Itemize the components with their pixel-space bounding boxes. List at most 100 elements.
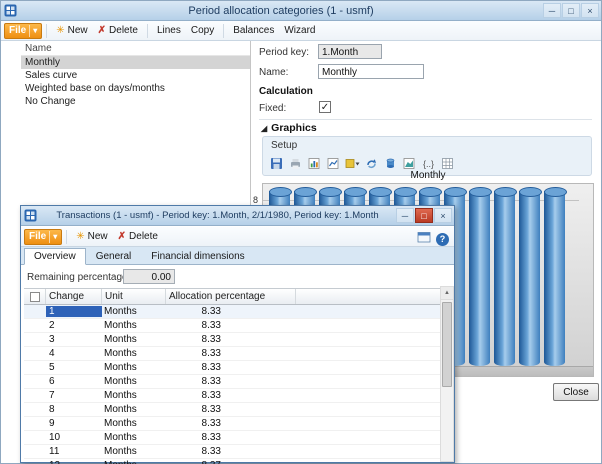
nav-item-monthly[interactable]: Monthly bbox=[21, 56, 250, 69]
scrollbar-thumb[interactable] bbox=[442, 302, 452, 387]
close-window-button[interactable]: × bbox=[434, 208, 452, 223]
row-unit-cell[interactable]: Months bbox=[102, 446, 166, 457]
window-layout-icon[interactable] bbox=[417, 230, 431, 248]
table-row[interactable]: 4Months8.33 bbox=[24, 347, 440, 361]
close-window-button[interactable]: × bbox=[581, 3, 599, 18]
table-row[interactable]: 5Months8.33 bbox=[24, 361, 440, 375]
nav-item-no-change[interactable]: No Change bbox=[21, 95, 250, 108]
table-row[interactable]: 3Months8.33 bbox=[24, 333, 440, 347]
row-unit-cell[interactable]: Months bbox=[102, 334, 166, 345]
delete-button[interactable]: ✗ Delete bbox=[113, 228, 163, 245]
row-allocation-cell[interactable]: 8.33 bbox=[166, 348, 296, 359]
table-row[interactable]: 11Months8.33 bbox=[24, 445, 440, 459]
row-change-cell[interactable]: 12 bbox=[46, 460, 102, 464]
row-unit-cell[interactable]: Months bbox=[102, 404, 166, 415]
scroll-up-arrow[interactable]: ▲ bbox=[441, 287, 453, 300]
file-menu-button[interactable]: File ▾ bbox=[4, 23, 42, 39]
delete-x-icon: ✗ bbox=[118, 231, 126, 242]
transactions-window: Transactions (1 - usmf) - Period key: 1.… bbox=[20, 205, 455, 463]
table-row[interactable]: 7Months8.33 bbox=[24, 389, 440, 403]
column-header-change[interactable]: Change bbox=[46, 289, 102, 304]
column-header-unit[interactable]: Unit bbox=[102, 289, 166, 304]
toolbar-right-icons: ? bbox=[417, 230, 449, 248]
row-change-cell[interactable]: 6 bbox=[46, 376, 102, 387]
graphics-section-header[interactable]: ◢ Graphics bbox=[261, 122, 317, 134]
toolbar-separator bbox=[46, 24, 47, 38]
table-row[interactable]: 6Months8.33 bbox=[24, 375, 440, 389]
table-row[interactable]: 8Months8.33 bbox=[24, 403, 440, 417]
row-allocation-cell[interactable]: 8.33 bbox=[166, 334, 296, 345]
period-key-field[interactable]: 1.Month bbox=[318, 44, 382, 59]
row-change-cell[interactable]: 7 bbox=[46, 390, 102, 401]
row-change-cell[interactable]: 3 bbox=[46, 334, 102, 345]
row-change-cell[interactable]: 10 bbox=[46, 432, 102, 443]
nav-item-weighted-base-on-days-months[interactable]: Weighted base on days/months bbox=[21, 82, 250, 95]
row-unit-cell[interactable]: Months bbox=[102, 460, 166, 464]
row-unit-cell[interactable]: Months bbox=[102, 306, 166, 317]
table-row[interactable]: 9Months8.33 bbox=[24, 417, 440, 431]
app-icon bbox=[4, 4, 17, 17]
table-row[interactable]: 1Months8.33 bbox=[24, 305, 440, 319]
table-row[interactable]: 12Months8.37 bbox=[24, 459, 440, 464]
minimize-button[interactable]: ─ bbox=[396, 208, 414, 223]
row-allocation-cell[interactable]: 8.33 bbox=[166, 362, 296, 373]
window-controls: ─ □ × bbox=[543, 3, 599, 18]
minimize-button[interactable]: ─ bbox=[543, 3, 561, 18]
setup-heading: Setup bbox=[271, 140, 297, 151]
graphics-heading: Graphics bbox=[271, 122, 317, 134]
balances-button[interactable]: Balances bbox=[228, 22, 279, 39]
row-change-cell[interactable]: 5 bbox=[46, 362, 102, 373]
select-all-checkbox[interactable] bbox=[30, 292, 40, 302]
close-button[interactable]: Close bbox=[553, 383, 599, 401]
row-change-cell[interactable]: 1 bbox=[46, 306, 102, 317]
select-all-header-cell[interactable] bbox=[24, 289, 46, 304]
row-allocation-cell[interactable]: 8.37 bbox=[166, 460, 296, 464]
lines-button-label: Lines bbox=[157, 25, 181, 36]
list-header-name[interactable]: Name bbox=[21, 41, 250, 56]
row-allocation-cell[interactable]: 8.33 bbox=[166, 376, 296, 387]
nav-item-sales-curve[interactable]: Sales curve bbox=[21, 69, 250, 82]
row-change-cell[interactable]: 2 bbox=[46, 320, 102, 331]
row-unit-cell[interactable]: Months bbox=[102, 320, 166, 331]
table-row[interactable]: 10Months8.33 bbox=[24, 431, 440, 445]
row-unit-cell[interactable]: Months bbox=[102, 418, 166, 429]
maximize-button[interactable]: □ bbox=[562, 3, 580, 18]
row-allocation-cell[interactable]: 8.33 bbox=[166, 404, 296, 415]
row-change-cell[interactable]: 11 bbox=[46, 446, 102, 457]
vertical-scrollbar[interactable]: ▲ bbox=[440, 286, 454, 462]
chart-title: Monthly bbox=[262, 169, 594, 183]
copy-button[interactable]: Copy bbox=[186, 22, 219, 39]
name-field[interactable]: Monthly bbox=[318, 64, 424, 79]
row-unit-cell[interactable]: Months bbox=[102, 432, 166, 443]
row-change-cell[interactable]: 4 bbox=[46, 348, 102, 359]
delete-button[interactable]: ✗ Delete bbox=[93, 22, 143, 39]
wizard-button[interactable]: Wizard bbox=[279, 22, 320, 39]
tab-general[interactable]: General bbox=[86, 248, 142, 265]
lines-button[interactable]: Lines bbox=[152, 22, 186, 39]
grid-body: 1Months8.332Months8.333Months8.334Months… bbox=[24, 305, 440, 464]
row-unit-cell[interactable]: Months bbox=[102, 362, 166, 373]
row-unit-cell[interactable]: Months bbox=[102, 390, 166, 401]
row-allocation-cell[interactable]: 8.33 bbox=[166, 432, 296, 443]
file-menu-button[interactable]: File ▾ bbox=[24, 229, 62, 245]
row-allocation-cell[interactable]: 8.33 bbox=[166, 320, 296, 331]
row-unit-cell[interactable]: Months bbox=[102, 376, 166, 387]
row-allocation-cell[interactable]: 8.33 bbox=[166, 446, 296, 457]
new-button[interactable]: ✳ New bbox=[71, 228, 112, 245]
row-allocation-cell[interactable]: 8.33 bbox=[166, 306, 296, 317]
row-change-cell[interactable]: 8 bbox=[46, 404, 102, 415]
tab-overview[interactable]: Overview bbox=[24, 248, 86, 265]
maximize-button[interactable]: □ bbox=[415, 208, 433, 223]
row-allocation-cell[interactable]: 8.33 bbox=[166, 418, 296, 429]
new-button-label: New bbox=[88, 231, 108, 242]
help-icon[interactable]: ? bbox=[436, 233, 449, 246]
tab-financial-dimensions[interactable]: Financial dimensions bbox=[141, 248, 254, 265]
remaining-percentage-field[interactable]: 0.00 bbox=[123, 269, 175, 284]
row-allocation-cell[interactable]: 8.33 bbox=[166, 390, 296, 401]
table-row[interactable]: 2Months8.33 bbox=[24, 319, 440, 333]
fixed-checkbox[interactable]: ✓ bbox=[319, 101, 331, 113]
row-change-cell[interactable]: 9 bbox=[46, 418, 102, 429]
new-button[interactable]: ✳ New bbox=[51, 22, 92, 39]
row-unit-cell[interactable]: Months bbox=[102, 348, 166, 359]
column-header-allocation-percentage[interactable]: Allocation percentage bbox=[166, 289, 296, 304]
